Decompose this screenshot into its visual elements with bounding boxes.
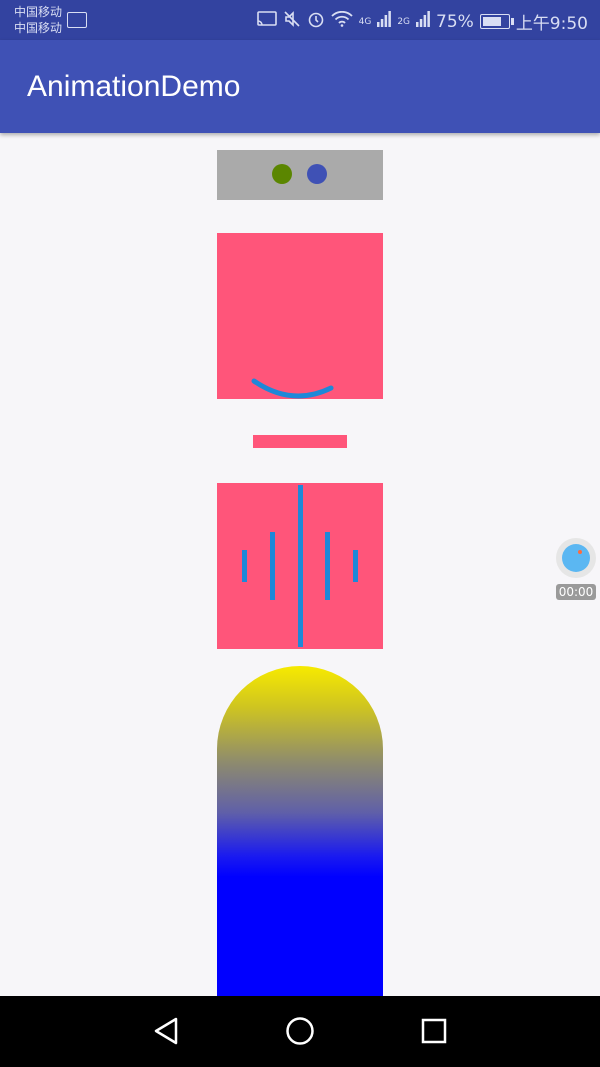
loading-dot-blue [307,164,327,184]
alarm-icon [307,10,325,33]
record-icon [562,544,590,572]
signal-1-icon [377,11,392,32]
wave-line [242,550,247,582]
battery-percent: 75% [436,11,474,32]
wave-line [353,550,358,582]
record-timer: 00:00 [556,584,596,600]
carrier-1: 中国移动 [14,5,63,19]
record-indicator-dot [578,550,582,554]
screen-recorder-widget[interactable]: 00:00 [556,538,596,600]
record-button[interactable] [556,538,596,578]
wifi-icon [330,10,353,32]
navigation-bar [0,996,600,1067]
app-bar: AnimationDemo [0,40,600,133]
wave-line [298,485,303,647]
recents-square-icon[interactable] [419,1016,449,1046]
loading-dots-view [217,150,383,200]
mute-icon [283,10,301,33]
battery-icon [479,14,514,29]
status-bar: 中国移动 中国移动 4G 2G 75% 上午9:50 [0,0,600,40]
back-triangle-icon[interactable] [152,1016,182,1046]
network-label-2: 2G [397,16,411,27]
carrier-names: 中国移动 中国移动 [14,4,62,36]
wave-line [270,532,275,600]
carrier-2: 中国移动 [14,21,63,35]
app-title: AnimationDemo [27,70,241,103]
smile-view [217,233,383,399]
loading-dot-green [272,164,292,184]
progress-bar-view [253,435,347,448]
network-label-1: 4G [358,16,372,27]
cast-icon [256,11,277,32]
smile-arc [251,378,334,399]
gradient-capsule-view [217,666,383,1006]
home-circle-icon[interactable] [285,1016,315,1046]
audio-wave-view [217,483,383,649]
signal-2-icon [416,11,430,32]
status-icons: 4G 2G 75% 上午9:50 [256,9,588,34]
clock: 上午9:50 [515,14,588,34]
activity-monitor-icon [67,12,87,28]
wave-line [325,532,330,600]
